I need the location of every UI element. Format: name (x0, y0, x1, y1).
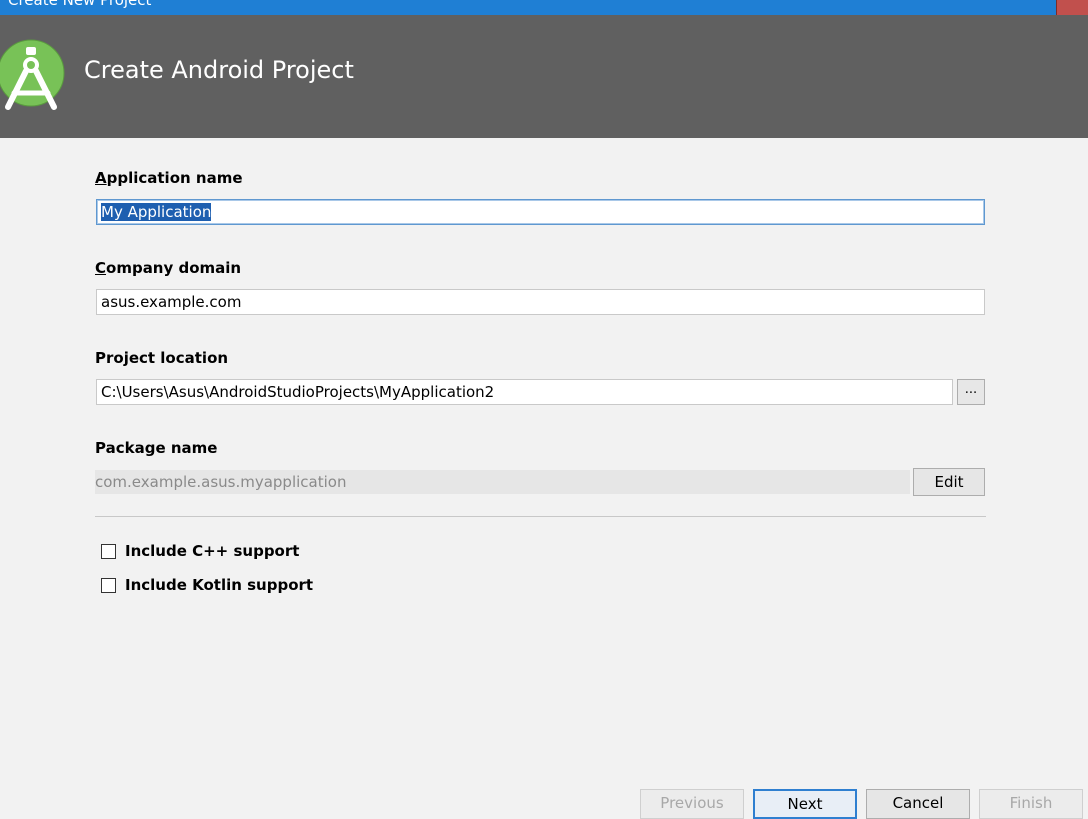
window-title: Create New Project (8, 0, 152, 9)
company-domain-input[interactable]: asus.example.com (96, 289, 985, 315)
include-cpp-label: Include C++ support (125, 542, 300, 560)
android-studio-logo-icon (0, 39, 65, 110)
package-name-label: Package name (95, 439, 218, 457)
page-title: Create Android Project (84, 56, 354, 84)
edit-package-button[interactable]: Edit (913, 468, 985, 496)
cancel-button[interactable]: Cancel (866, 789, 970, 819)
section-divider (95, 516, 986, 517)
package-name-value: com.example.asus.myapplication (95, 470, 910, 494)
include-kotlin-checkbox[interactable] (101, 578, 116, 593)
application-name-label: Application name (95, 169, 243, 187)
project-location-label: Project location (95, 349, 229, 367)
application-name-input[interactable]: My Application (96, 199, 985, 225)
finish-button[interactable]: Finish (979, 789, 1083, 819)
include-cpp-checkbox[interactable] (101, 544, 116, 559)
window-titlebar: Create New Project (0, 0, 1088, 15)
next-button[interactable]: Next (753, 789, 857, 819)
dialog-header: Create Android Project (0, 15, 1088, 138)
project-location-input[interactable]: C:\Users\Asus\AndroidStudioProjects\MyAp… (96, 379, 953, 405)
browse-location-button[interactable]: ... (957, 379, 985, 405)
company-domain-label: Company domain (95, 259, 242, 277)
window-close-button[interactable] (1056, 0, 1088, 15)
previous-button[interactable]: Previous (640, 789, 744, 819)
include-kotlin-label: Include Kotlin support (125, 576, 314, 594)
